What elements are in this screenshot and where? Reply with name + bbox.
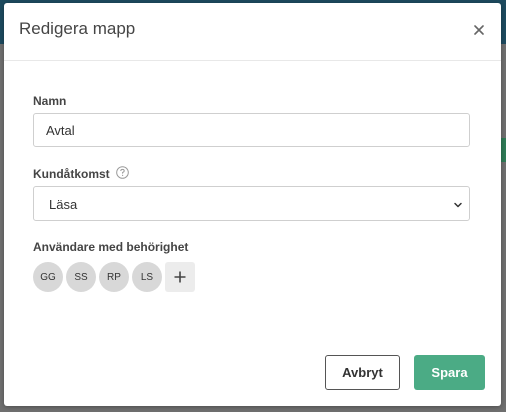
user-avatar[interactable]: RP <box>99 262 129 292</box>
add-user-button[interactable] <box>165 262 195 292</box>
name-label: Namn <box>33 94 67 108</box>
user-avatar[interactable]: GG <box>33 262 63 292</box>
chevron-down-icon <box>454 202 462 208</box>
customer-access-select[interactable]: Läsa <box>33 186 470 221</box>
edit-folder-modal: Redigera mapp Namn Kundåtkomst Läsa Anvä… <box>4 3 501 406</box>
customer-access-label: Kundåtkomst <box>33 167 110 181</box>
modal-title: Redigera mapp <box>19 19 136 38</box>
cancel-button[interactable]: Avbryt <box>325 355 400 390</box>
user-avatar[interactable]: SS <box>66 262 96 292</box>
user-avatar-list: GG SS RP LS <box>33 262 195 293</box>
users-with-permission-label: Användare med behörighet <box>33 240 189 254</box>
save-button[interactable]: Spara <box>414 355 485 390</box>
name-input[interactable] <box>33 113 470 147</box>
close-icon <box>474 25 484 35</box>
customer-access-value: Läsa <box>49 197 78 212</box>
close-button[interactable] <box>469 20 489 40</box>
modal-header: Redigera mapp <box>4 3 501 61</box>
question-circle-icon[interactable] <box>116 166 129 179</box>
user-avatar[interactable]: LS <box>132 262 162 292</box>
plus-icon <box>174 271 186 283</box>
